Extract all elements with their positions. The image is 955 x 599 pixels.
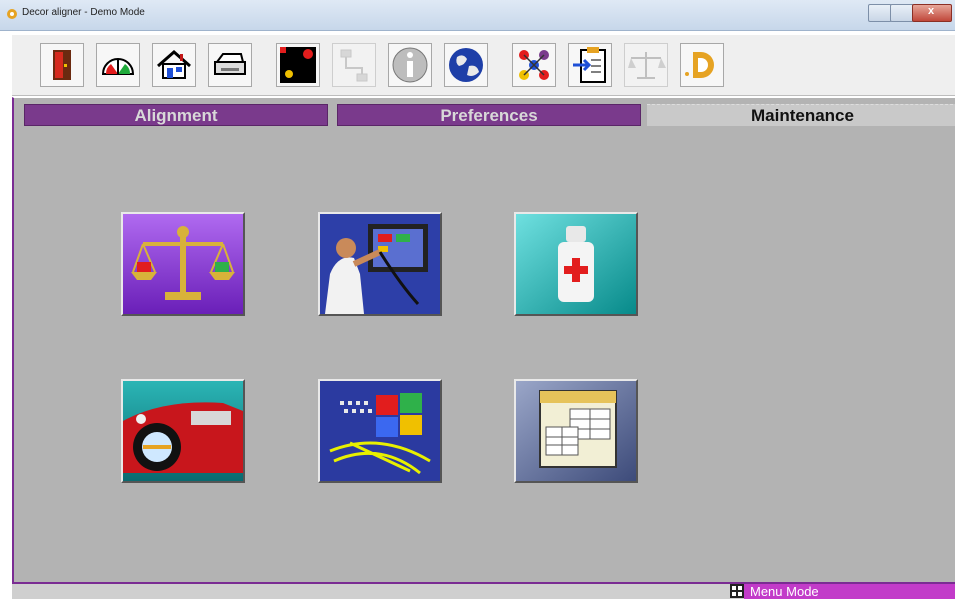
clipboard-button[interactable]	[568, 43, 612, 87]
data-tables-icon	[516, 381, 636, 481]
windows-tools-icon	[320, 381, 440, 481]
screen-display-icon	[280, 47, 316, 83]
mks-scale-button[interactable]	[624, 43, 668, 87]
app-logo-icon	[7, 9, 17, 19]
toolbar	[12, 34, 955, 96]
display-button[interactable]	[276, 43, 320, 87]
close-button[interactable]: x	[912, 4, 952, 22]
network-button[interactable]	[332, 43, 376, 87]
mks-scale-icon	[628, 52, 666, 79]
tab-maintenance[interactable]: Maintenance	[647, 104, 955, 126]
clipboard-import-icon	[573, 47, 606, 83]
globe-button[interactable]	[444, 43, 488, 87]
maximize-button[interactable]	[890, 4, 914, 22]
calibration-tile[interactable]	[121, 212, 245, 316]
print-button[interactable]	[208, 43, 252, 87]
tab-preferences[interactable]: Preferences	[337, 104, 641, 126]
molecule-icon	[519, 50, 549, 80]
vehicle-tile[interactable]	[121, 379, 245, 483]
home-icon	[157, 50, 191, 79]
gauge-icon	[101, 58, 135, 75]
first-aid-bottle-icon	[516, 214, 636, 314]
info-button[interactable]	[388, 43, 432, 87]
home-button[interactable]	[152, 43, 196, 87]
printer-icon	[214, 53, 246, 75]
molecule-button[interactable]	[512, 43, 556, 87]
d-logo-button[interactable]	[680, 43, 724, 87]
minimize-button[interactable]	[868, 4, 892, 22]
title-bar: Decor aligner - Demo Mode x	[0, 0, 955, 31]
close-icon: x	[928, 5, 935, 17]
calibration-scale-icon	[123, 214, 243, 314]
first-aid-tile[interactable]	[514, 212, 638, 316]
vintage-car-icon	[123, 381, 243, 481]
diagnostics-tile[interactable]	[318, 212, 442, 316]
diagnostics-technician-icon	[320, 214, 440, 314]
data-tables-tile[interactable]	[514, 379, 638, 483]
gauge-button[interactable]	[96, 43, 140, 87]
exit-button[interactable]	[40, 43, 84, 87]
info-icon	[392, 47, 428, 83]
d-logo-icon	[685, 52, 714, 78]
status-bar: Menu Mode	[12, 582, 955, 599]
globe-icon	[449, 48, 483, 82]
windows-tools-tile[interactable]	[318, 379, 442, 483]
exit-door-icon	[53, 50, 71, 80]
main-panel: Alignment Preferences Maintenance	[12, 97, 955, 583]
network-connection-icon	[340, 49, 368, 82]
window-title: Decor aligner - Demo Mode	[22, 7, 145, 18]
tab-alignment[interactable]: Alignment	[24, 104, 328, 126]
keyboard-icon	[730, 584, 744, 598]
